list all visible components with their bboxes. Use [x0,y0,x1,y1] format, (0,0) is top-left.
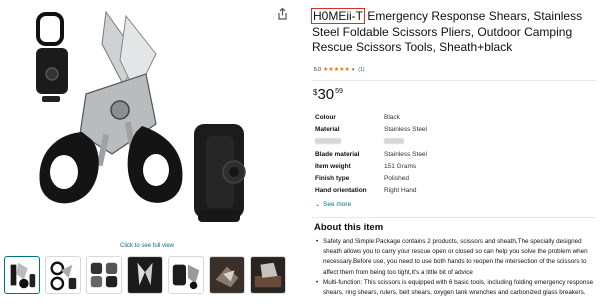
rating-row[interactable]: 5.0 ★ ★ ★ ★ ★ ▾ (1) [314,67,365,73]
spec-value-redacted [384,137,404,146]
spec-key: Finish type [315,175,350,183]
price-fraction: 59 [335,88,343,95]
thumbnail-2[interactable] [45,256,81,294]
spec-key: Item weight [315,162,351,170]
thumbnail-3[interactable] [86,256,122,294]
spec-row: Finish type Polished [315,172,595,184]
spec-value: Polished [384,175,409,183]
spec-row: Blade material Stainless Steel [315,148,595,160]
spec-row: Hand orientation Right Hand [315,185,595,197]
zoom-hint-link[interactable]: Click to see full view [120,243,174,249]
spec-table: Colour Black Material Stainless Steel Bl… [315,111,595,197]
spec-row: Item weight 151 Grams [315,160,595,172]
divider [312,217,596,218]
spec-value: Black [384,113,400,121]
thumbnail-5[interactable] [168,256,204,294]
share-icon[interactable] [275,7,289,21]
spec-key: Material [315,125,340,133]
folded-shears-illustration [36,12,68,102]
product-main-image[interactable] [16,4,264,236]
star-icon: ★ [344,67,350,73]
spec-key: Colour [315,113,336,121]
chevron-down-icon[interactable]: ▾ [352,67,355,73]
rating-value: 5.0 [314,67,321,73]
spec-key: Blade material [315,150,360,158]
spec-key-redacted [315,137,384,146]
spec-value: Stainless Steel [384,125,427,133]
divider [312,80,596,81]
thumbnail-6[interactable] [209,256,245,294]
price-whole: 30 [317,86,335,103]
spec-value: Stainless Steel [384,150,427,158]
spec-row: Colour Black [315,111,595,123]
sheath-illustration [194,124,246,222]
spec-value: Right Hand [384,187,417,195]
product-title[interactable]: H0MEii-T Emergency Response Shears, Stai… [311,8,596,56]
thumbnail-4[interactable] [127,256,163,294]
thumbnail-1[interactable] [4,256,40,294]
thumbnail-7[interactable] [250,256,286,294]
spec-key: Hand orientation [315,187,367,195]
brand-name[interactable]: H0MEii-T [311,8,365,24]
about-section-title: About this item [314,222,384,233]
list-item: Safety and Simple:Package contains 2 pro… [314,237,600,278]
spec-value: 151 Grams [384,162,417,170]
spec-row: Material Stainless Steel [315,123,595,135]
see-more-label: See more [323,201,352,208]
see-more-link[interactable]: ⌄ See more [315,201,351,208]
spec-row-redacted [315,136,595,148]
price: $ 30 59 [313,86,343,104]
list-item: Multi-function: This scissors is equippe… [314,278,600,298]
chevron-down-icon: ⌄ [315,202,321,208]
star-rating: ★ ★ ★ ★ ★ [323,67,350,73]
rating-count-link[interactable]: (1) [358,67,364,73]
thumbnail-strip [4,256,286,296]
image-gallery: Click to see full view [0,0,286,307]
about-bullet-list: Safety and Simple:Package contains 2 pro… [314,237,600,298]
